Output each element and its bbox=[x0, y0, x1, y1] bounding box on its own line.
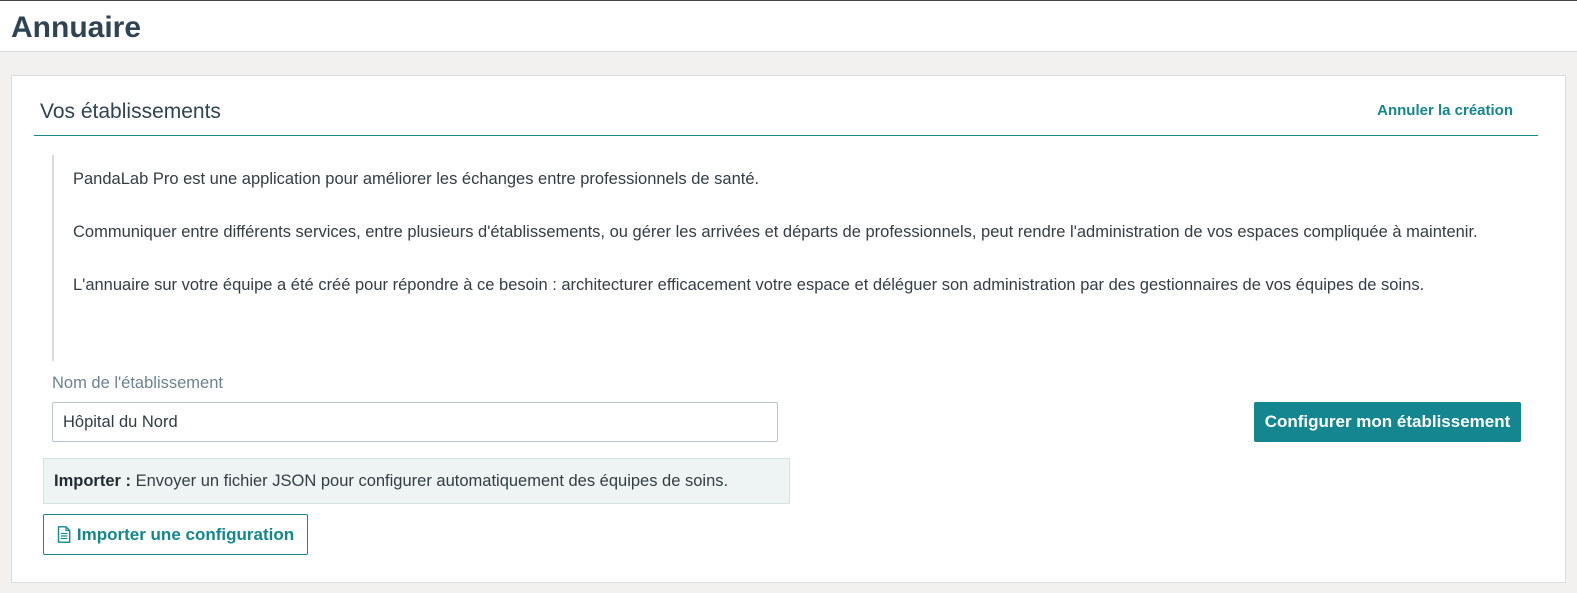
intro-paragraph: Communiquer entre différents services, e… bbox=[73, 223, 1478, 241]
establishment-name-input[interactable] bbox=[52, 402, 778, 442]
cancel-creation-link[interactable]: Annuler la création bbox=[1377, 101, 1513, 121]
import-info-label: Importer : bbox=[54, 472, 132, 490]
intro-paragraph: PandaLab Pro est une application pour am… bbox=[73, 170, 760, 188]
import-configuration-button[interactable]: Importer une configuration bbox=[43, 514, 308, 555]
import-button-label: Importer une configuration bbox=[76, 524, 295, 544]
section-title: Vos établissements bbox=[40, 100, 221, 123]
document-icon bbox=[57, 526, 71, 543]
import-info-banner: Importer : Envoyer un fichier JSON pour … bbox=[43, 458, 790, 504]
intro-paragraph: L'annuaire sur votre équipe a été créé p… bbox=[73, 276, 1425, 294]
section-divider bbox=[34, 135, 1538, 136]
establishment-name-label: Nom de l'établissement bbox=[52, 374, 223, 392]
intro-blockquote: PandaLab Pro est une application pour am… bbox=[52, 155, 1522, 361]
top-bar: Annuaire bbox=[0, 0, 1577, 52]
configure-establishment-button[interactable]: Configurer mon établissement bbox=[1254, 402, 1521, 442]
page-title: Annuaire bbox=[11, 11, 142, 44]
import-info-text: Envoyer un fichier JSON pour configurer … bbox=[131, 472, 729, 490]
